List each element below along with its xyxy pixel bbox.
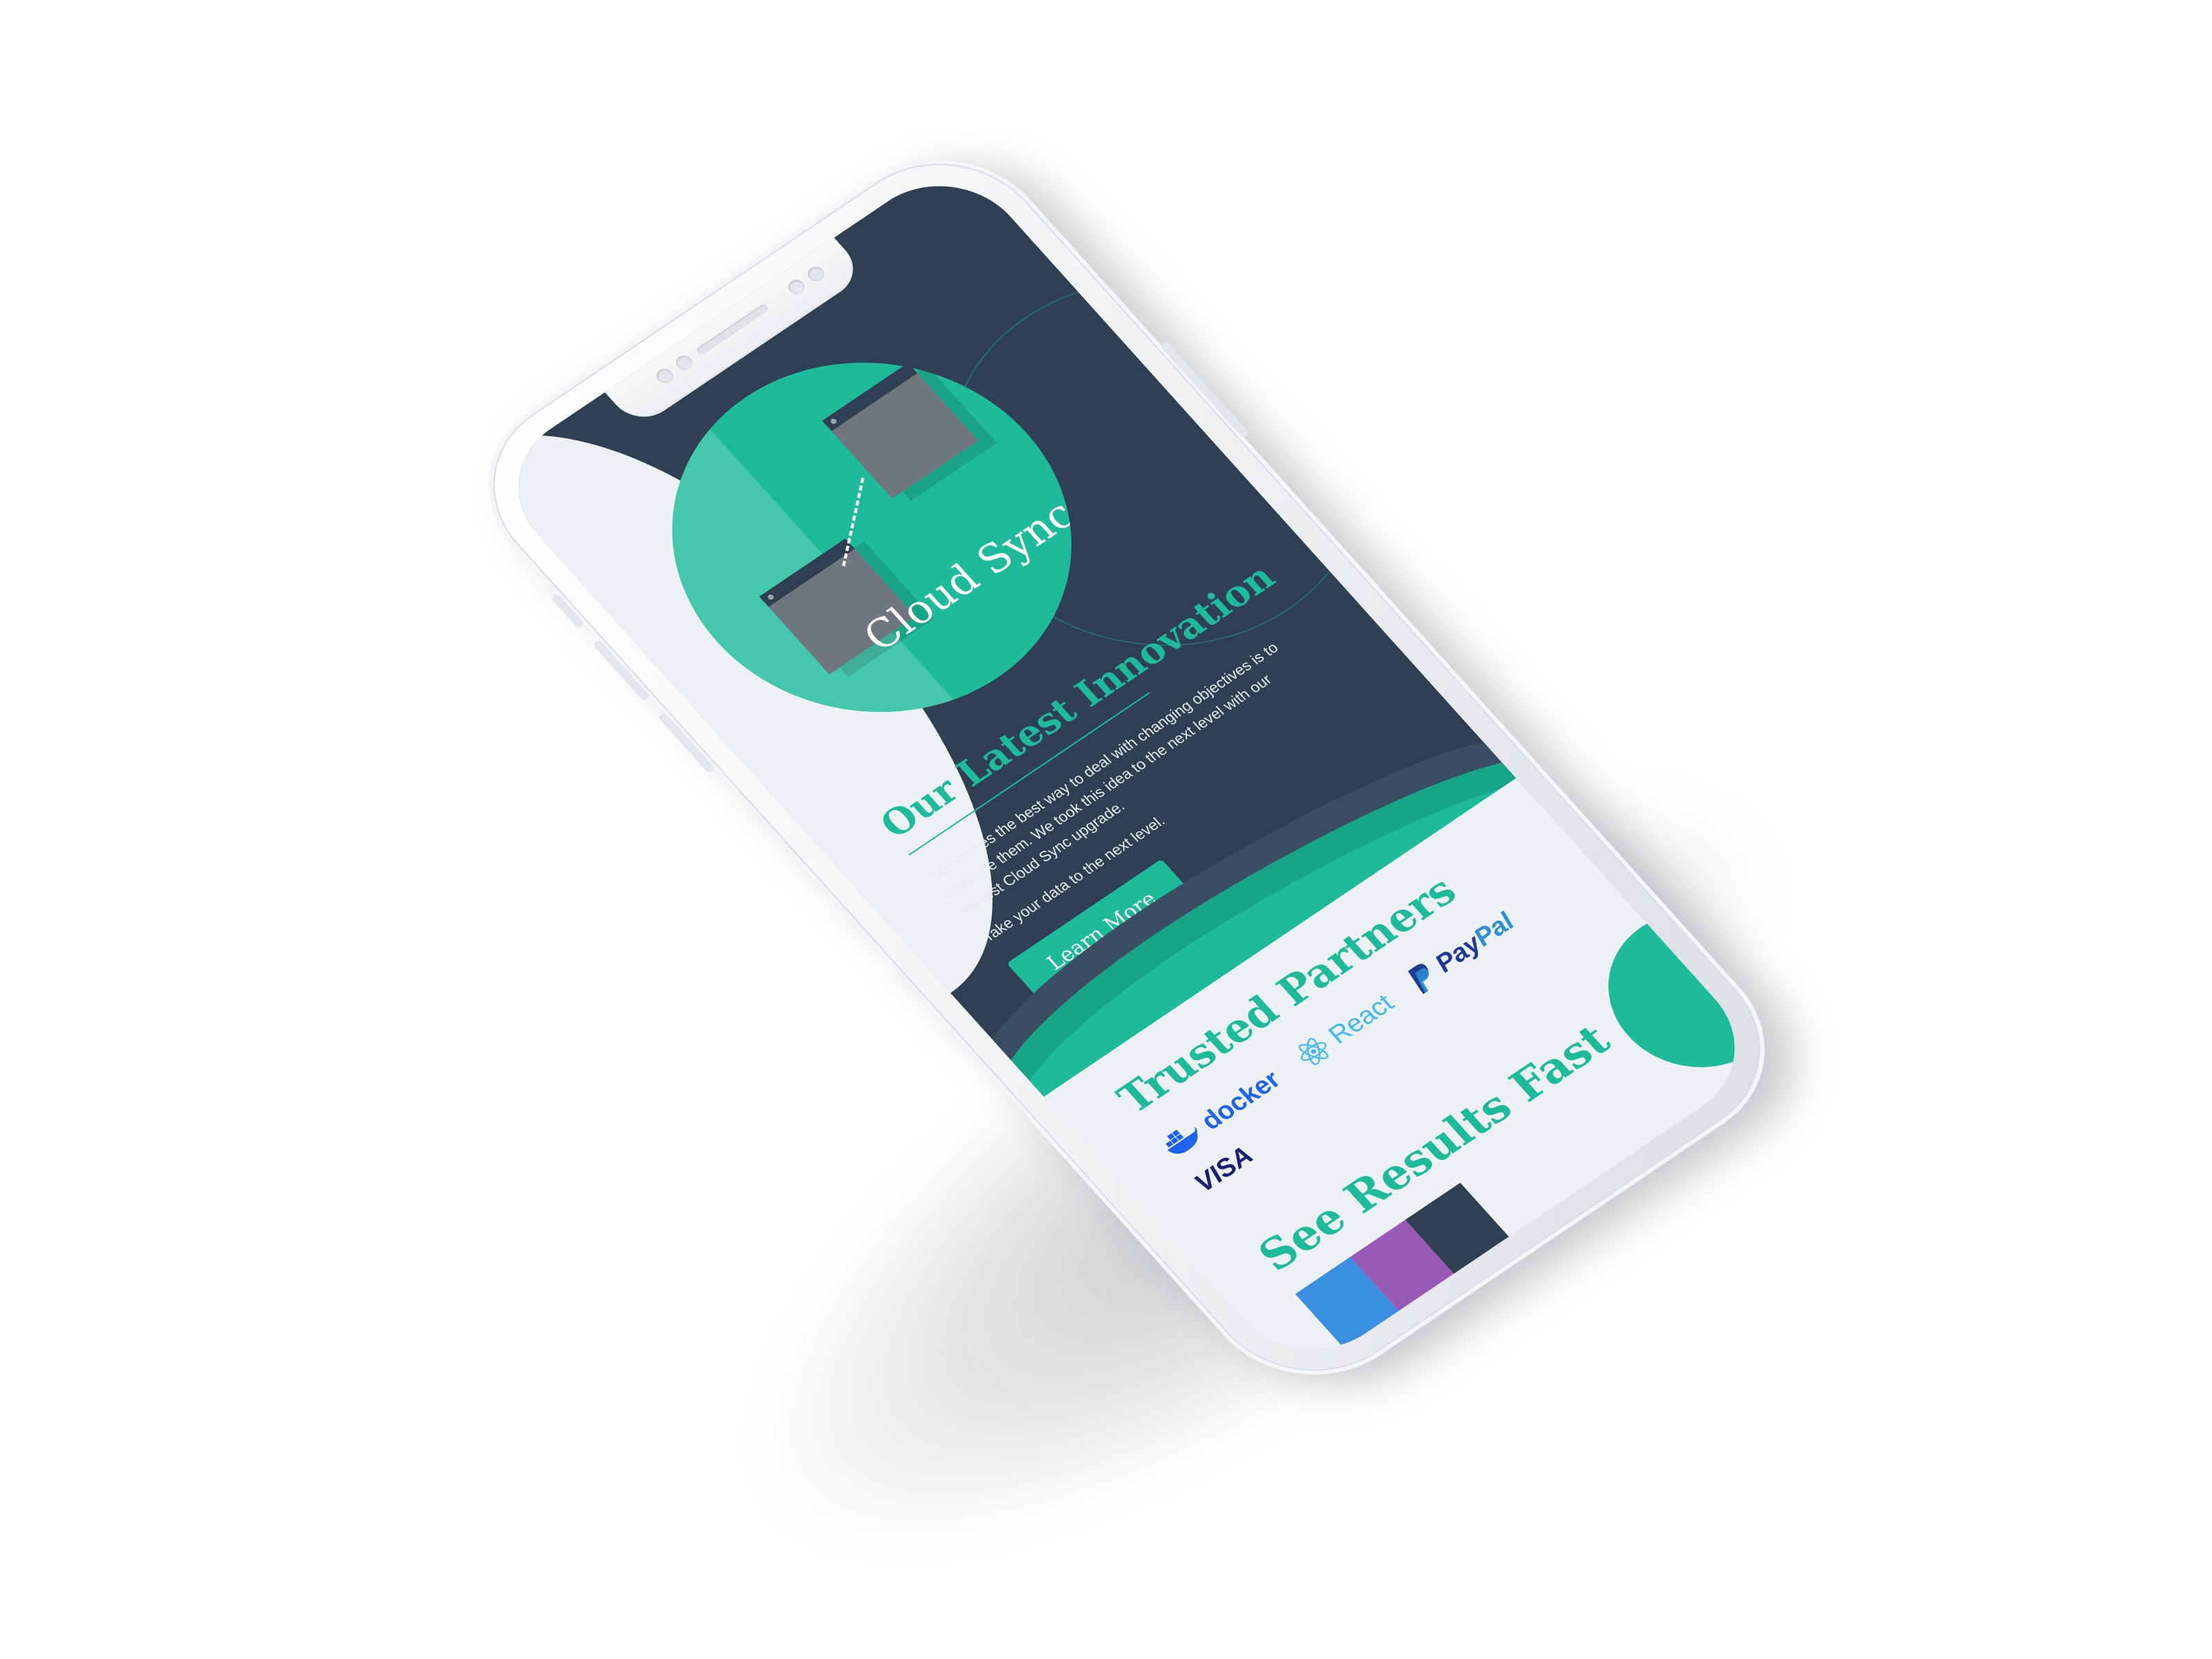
badge-title-text: Cloud Sync xyxy=(854,491,1085,661)
visa-label: VISA xyxy=(1188,1141,1259,1198)
react-label: React xyxy=(1322,988,1400,1049)
proximity-sensor-icon xyxy=(805,263,828,284)
visa-logo[interactable]: VISA xyxy=(1189,1141,1260,1198)
camera-icon xyxy=(653,366,677,386)
mockup-stage: Cloud Sync Our Latest Innovation Sometim… xyxy=(0,0,2212,1659)
docker-whale-icon xyxy=(1165,1127,1198,1154)
front-camera-icon xyxy=(785,276,808,297)
device-window-icon xyxy=(822,362,979,499)
sensor-icon xyxy=(673,353,696,373)
